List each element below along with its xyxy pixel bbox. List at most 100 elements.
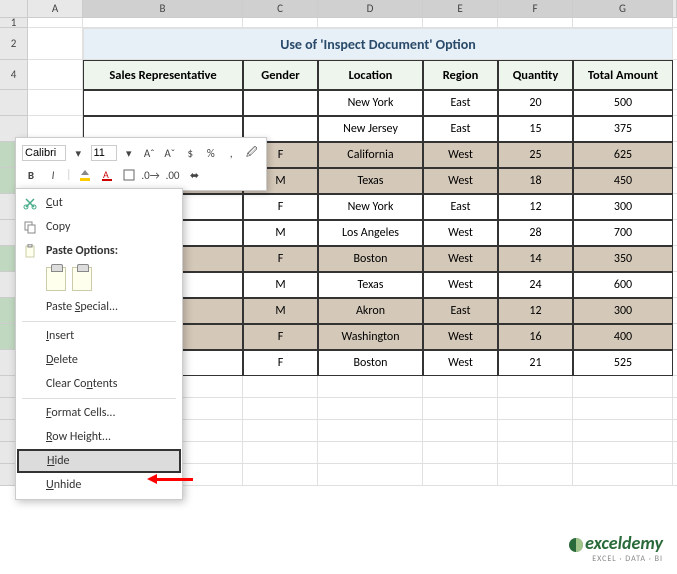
menu-unhide[interactable]: Unhide — [16, 473, 182, 497]
font-name-input[interactable] — [22, 145, 66, 161]
cell[interactable] — [318, 464, 423, 486]
cell[interactable] — [498, 464, 573, 486]
cell[interactable] — [498, 398, 573, 420]
cell[interactable] — [498, 420, 573, 442]
cell[interactable] — [423, 442, 498, 464]
data-cell[interactable]: Washington — [318, 324, 423, 350]
data-cell[interactable]: West — [423, 350, 498, 376]
data-cell[interactable]: 350 — [573, 246, 673, 272]
col-header-d[interactable]: D — [318, 0, 423, 18]
cell[interactable] — [28, 90, 83, 116]
data-cell[interactable]: East — [423, 90, 498, 116]
data-cell[interactable] — [243, 90, 318, 116]
cell[interactable] — [573, 398, 673, 420]
cell[interactable] — [318, 442, 423, 464]
data-cell[interactable]: F — [243, 194, 318, 220]
menu-format-cells[interactable]: Format Cells... — [16, 401, 182, 425]
data-cell[interactable]: 16 — [498, 324, 573, 350]
cell[interactable] — [673, 420, 677, 442]
menu-row-height[interactable]: Row Height... — [16, 425, 182, 449]
data-cell[interactable]: Los Angeles — [318, 220, 423, 246]
cell[interactable] — [673, 272, 677, 298]
col-header-e[interactable]: E — [423, 0, 498, 18]
data-cell[interactable]: 15 — [498, 116, 573, 142]
menu-cut[interactable]: CuCutt — [16, 191, 182, 215]
data-cell[interactable]: 25 — [498, 142, 573, 168]
percent-icon[interactable]: % — [203, 144, 220, 162]
increase-font-icon[interactable]: Aˆ — [141, 144, 158, 162]
merge-icon[interactable]: ⬌ — [186, 166, 204, 184]
data-cell[interactable]: New York — [318, 194, 423, 220]
data-cell[interactable]: 450 — [573, 168, 673, 194]
italic-button[interactable]: I — [44, 166, 62, 184]
cell[interactable] — [673, 142, 677, 168]
row-header-2[interactable]: 2 — [0, 28, 28, 60]
comma-icon[interactable]: , — [223, 144, 240, 162]
data-cell[interactable]: 28 — [498, 220, 573, 246]
data-cell[interactable]: M — [243, 220, 318, 246]
size-dropdown-icon[interactable]: ▾ — [121, 144, 138, 162]
border-icon[interactable] — [120, 166, 138, 184]
cell[interactable] — [318, 18, 423, 28]
font-size-input[interactable] — [91, 145, 117, 161]
col-header-a[interactable]: A — [28, 0, 83, 18]
cell[interactable] — [243, 420, 318, 442]
menu-insert[interactable]: Insert — [16, 324, 182, 348]
cell[interactable] — [673, 464, 677, 486]
cell[interactable] — [498, 442, 573, 464]
format-painter-icon[interactable]: 🖉 — [244, 144, 261, 162]
cell[interactable] — [423, 464, 498, 486]
data-cell[interactable]: 24 — [498, 272, 573, 298]
bold-button[interactable]: B — [22, 166, 40, 184]
cell[interactable] — [423, 420, 498, 442]
cell[interactable] — [573, 442, 673, 464]
data-cell[interactable]: Texas — [318, 168, 423, 194]
row-header-1[interactable]: 1 — [0, 18, 28, 28]
cell[interactable] — [243, 18, 318, 28]
cell[interactable] — [673, 168, 677, 194]
data-cell[interactable]: 12 — [498, 194, 573, 220]
currency-icon[interactable]: $ — [182, 144, 199, 162]
data-cell[interactable]: Akron — [318, 298, 423, 324]
cell[interactable] — [423, 398, 498, 420]
cell[interactable] — [423, 376, 498, 398]
cell[interactable] — [498, 376, 573, 398]
cell[interactable] — [573, 420, 673, 442]
data-cell[interactable]: East — [423, 298, 498, 324]
data-cell[interactable]: F — [243, 324, 318, 350]
cell[interactable] — [673, 28, 677, 60]
cell[interactable] — [318, 376, 423, 398]
cell[interactable] — [28, 60, 83, 90]
cell[interactable] — [673, 298, 677, 324]
data-cell[interactable]: 14 — [498, 246, 573, 272]
data-cell[interactable]: West — [423, 168, 498, 194]
data-cell[interactable]: M — [243, 272, 318, 298]
row-header-4[interactable]: 4 — [0, 60, 28, 90]
cell[interactable] — [28, 18, 83, 28]
fill-color-icon[interactable] — [76, 166, 94, 184]
data-cell[interactable]: California — [318, 142, 423, 168]
data-cell[interactable]: 300 — [573, 298, 673, 324]
menu-clear-contents[interactable]: Clear Contents — [16, 372, 182, 396]
data-cell[interactable]: West — [423, 246, 498, 272]
cell[interactable] — [318, 420, 423, 442]
data-cell[interactable]: F — [243, 350, 318, 376]
cell[interactable] — [243, 464, 318, 486]
col-header-b[interactable]: B — [83, 0, 243, 18]
data-cell[interactable]: 21 — [498, 350, 573, 376]
cell[interactable] — [243, 376, 318, 398]
font-color-icon[interactable]: A — [98, 166, 116, 184]
menu-copy[interactable]: Copy — [16, 215, 182, 239]
cell[interactable] — [673, 116, 677, 142]
data-cell[interactable] — [83, 90, 243, 116]
data-cell[interactable]: Boston — [318, 350, 423, 376]
cell[interactable] — [673, 18, 677, 28]
cell[interactable] — [423, 18, 498, 28]
cell[interactable] — [243, 398, 318, 420]
cell[interactable] — [673, 324, 677, 350]
col-header-f[interactable]: F — [498, 0, 573, 18]
cell[interactable] — [243, 442, 318, 464]
data-cell[interactable]: Boston — [318, 246, 423, 272]
data-cell[interactable]: 300 — [573, 194, 673, 220]
data-cell[interactable]: 12 — [498, 298, 573, 324]
